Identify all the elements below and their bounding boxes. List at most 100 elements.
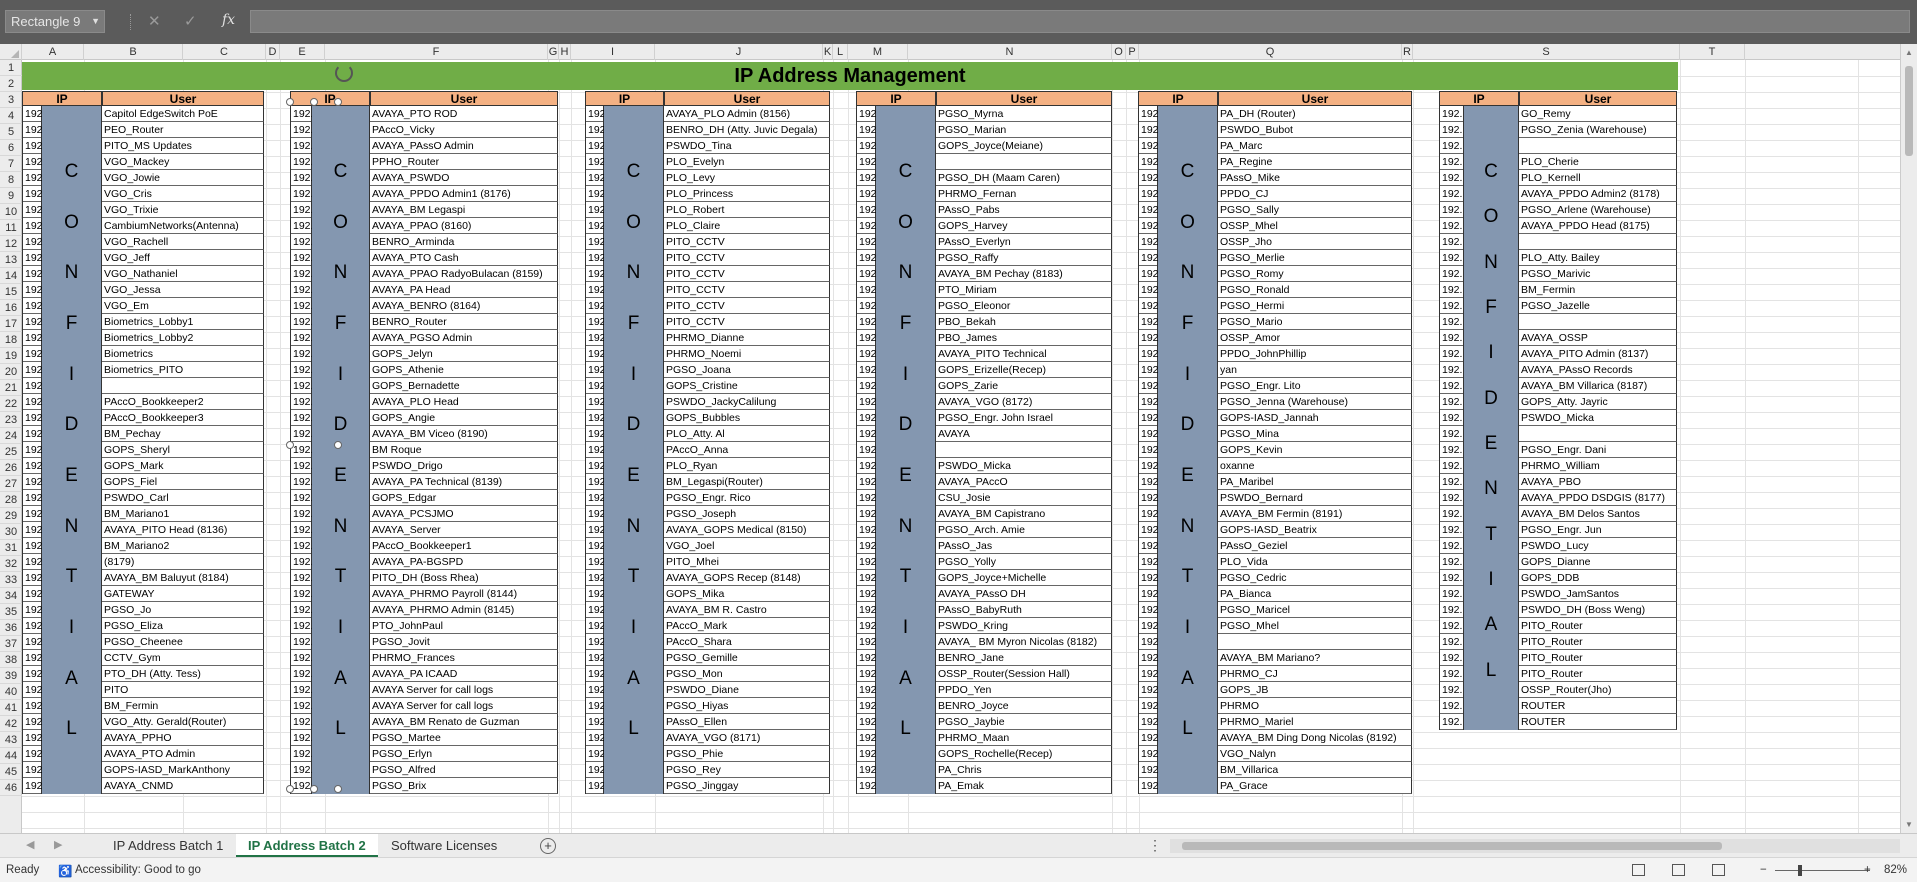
user-cell[interactable]: PGSO_Engr. Lito <box>1218 378 1412 394</box>
ip-cell[interactable]: 192. <box>1139 682 1161 698</box>
ip-cell[interactable]: 192. <box>23 202 45 218</box>
ip-cell[interactable]: 192. <box>586 506 608 522</box>
user-cell[interactable]: PGSO_Joseph <box>664 506 830 522</box>
user-cell[interactable]: PSWDO_Micka <box>1519 410 1677 426</box>
select-all-corner[interactable] <box>0 44 22 60</box>
ip-cell[interactable]: 192. <box>1440 138 1463 154</box>
ip-cell[interactable]: 192. <box>1139 170 1161 186</box>
column-header-s[interactable]: S <box>1413 44 1680 60</box>
ip-cell[interactable]: 192. <box>586 218 608 234</box>
user-cell[interactable]: PGSO_Mhel <box>1218 618 1412 634</box>
user-cell[interactable]: GOPS_Harvey <box>936 218 1112 234</box>
user-cell[interactable]: GOPS_Joyce(Meiane) <box>936 138 1112 154</box>
user-cell[interactable]: BM_Mariano2 <box>102 538 264 554</box>
ip-cell[interactable]: 192. <box>857 762 879 778</box>
user-cell[interactable]: VGO_Nalyn <box>1218 746 1412 762</box>
row-header-19[interactable]: 19 <box>0 348 22 364</box>
user-cell[interactable]: PGSO_Raffy <box>936 250 1112 266</box>
cancel-icon[interactable]: ✕ <box>148 12 161 30</box>
ip-cell[interactable]: 192. <box>1440 586 1463 602</box>
row-header-5[interactable]: 5 <box>0 124 22 140</box>
ip-cell[interactable]: 192. <box>1139 378 1161 394</box>
user-cell[interactable]: PPDO_CJ <box>1218 186 1412 202</box>
user-cell[interactable]: AVAYA_PTO Admin <box>102 746 264 762</box>
ip-cell[interactable]: 192. <box>857 666 879 682</box>
user-cell[interactable]: AVAYA_PA ICAAD <box>370 666 558 682</box>
ip-cell[interactable]: 192. <box>1440 666 1463 682</box>
ip-cell[interactable]: 192. <box>291 602 313 618</box>
row-header-18[interactable]: 18 <box>0 332 22 348</box>
more-icon[interactable]: ⋮ <box>1148 837 1162 854</box>
confirm-icon[interactable]: ✓ <box>184 12 197 30</box>
ip-cell[interactable]: 192. <box>586 362 608 378</box>
ip-cell[interactable]: 192. <box>23 250 45 266</box>
ip-cell[interactable]: 192. <box>23 698 45 714</box>
user-cell[interactable]: PGSO_Jinggay <box>664 778 830 794</box>
ip-cell[interactable]: 192. <box>857 714 879 730</box>
ip-cell[interactable]: 192. <box>1139 202 1161 218</box>
user-cell[interactable]: PSWDO_Tina <box>664 138 830 154</box>
ip-cell[interactable]: 192. <box>23 522 45 538</box>
user-cell[interactable]: PSWDO_Drigo <box>370 458 558 474</box>
user-cell[interactable]: VGO_Em <box>102 298 264 314</box>
column-header-i[interactable]: I <box>571 44 655 60</box>
row-header-3[interactable]: 3 <box>0 92 22 108</box>
ip-cell[interactable]: 192. <box>857 506 879 522</box>
selection-handle[interactable] <box>334 98 342 106</box>
user-cell[interactable]: AVAYA_PPAO (8160) <box>370 218 558 234</box>
horizontal-scrollbar[interactable] <box>1170 839 1900 853</box>
ip-cell[interactable]: 192. <box>291 698 313 714</box>
horizontal-scroll-thumb[interactable] <box>1182 842 1722 850</box>
ip-cell[interactable]: 192. <box>291 106 313 122</box>
scroll-down-icon[interactable]: ▼ <box>1905 820 1913 829</box>
ip-cell[interactable]: 192. <box>586 650 608 666</box>
user-cell[interactable]: GOPS_JB <box>1218 682 1412 698</box>
row-header-7[interactable]: 7 <box>0 156 22 172</box>
ip-cell[interactable]: 192. <box>586 154 608 170</box>
ip-cell[interactable]: 192. <box>857 730 879 746</box>
row-header-28[interactable]: 28 <box>0 492 22 508</box>
user-cell[interactable]: AVAYA_GOPS Recep (8148) <box>664 570 830 586</box>
row-header-9[interactable]: 9 <box>0 188 22 204</box>
row-header-22[interactable]: 22 <box>0 396 22 412</box>
ip-cell[interactable]: 192. <box>857 394 879 410</box>
ip-cell[interactable]: 192. <box>1440 426 1463 442</box>
user-cell[interactable]: BENRO_Jane <box>936 650 1112 666</box>
row-header-44[interactable]: 44 <box>0 748 22 764</box>
prev-sheet-icon[interactable]: ◀ <box>26 838 34 851</box>
ip-cell[interactable]: 192. <box>857 218 879 234</box>
selection-handle[interactable] <box>334 785 342 793</box>
user-cell[interactable]: GOPS-IASD_Beatrix <box>1218 522 1412 538</box>
user-cell[interactable]: PGSO_Marivic <box>1519 266 1677 282</box>
ip-cell[interactable]: 192. <box>586 490 608 506</box>
row-header-36[interactable]: 36 <box>0 620 22 636</box>
row-header-17[interactable]: 17 <box>0 316 22 332</box>
user-cell[interactable]: ROUTER <box>1519 714 1677 730</box>
ip-cell[interactable]: 192. <box>23 442 45 458</box>
user-cell[interactable]: AVAYA_PTO ROD <box>370 106 558 122</box>
user-cell[interactable]: BENRO_Joyce <box>936 698 1112 714</box>
user-cell[interactable]: VGO_Mackey <box>102 154 264 170</box>
user-cell[interactable]: PGSO_Jovit <box>370 634 558 650</box>
ip-cell[interactable]: 192. <box>586 282 608 298</box>
ip-cell[interactable]: 192. <box>23 618 45 634</box>
user-cell[interactable]: GOPS_Bernadette <box>370 378 558 394</box>
user-cell[interactable]: GOPS_Mark <box>102 458 264 474</box>
user-cell[interactable] <box>1519 314 1677 330</box>
user-cell[interactable]: GOPS_Mika <box>664 586 830 602</box>
ip-cell[interactable]: 192. <box>291 234 313 250</box>
ip-cell[interactable]: 192. <box>291 762 313 778</box>
ip-cell[interactable]: 192. <box>1440 298 1463 314</box>
ip-cell[interactable]: 192. <box>1440 522 1463 538</box>
user-cell[interactable]: AVAYA_PAssO Records <box>1519 362 1677 378</box>
user-cell[interactable]: PGSO_Romy <box>1218 266 1412 282</box>
ip-cell[interactable]: 192. <box>586 570 608 586</box>
user-cell[interactable]: PGSO_Hermi <box>1218 298 1412 314</box>
ip-cell[interactable]: 192. <box>1440 698 1463 714</box>
ip-cell[interactable]: 192. <box>291 650 313 666</box>
ip-cell[interactable]: 192. <box>23 122 45 138</box>
user-cell[interactable]: PGSO_Marian <box>936 122 1112 138</box>
ip-cell[interactable]: 192. <box>586 746 608 762</box>
ip-cell[interactable]: 192. <box>1440 650 1463 666</box>
ip-cell[interactable]: 192. <box>1440 314 1463 330</box>
